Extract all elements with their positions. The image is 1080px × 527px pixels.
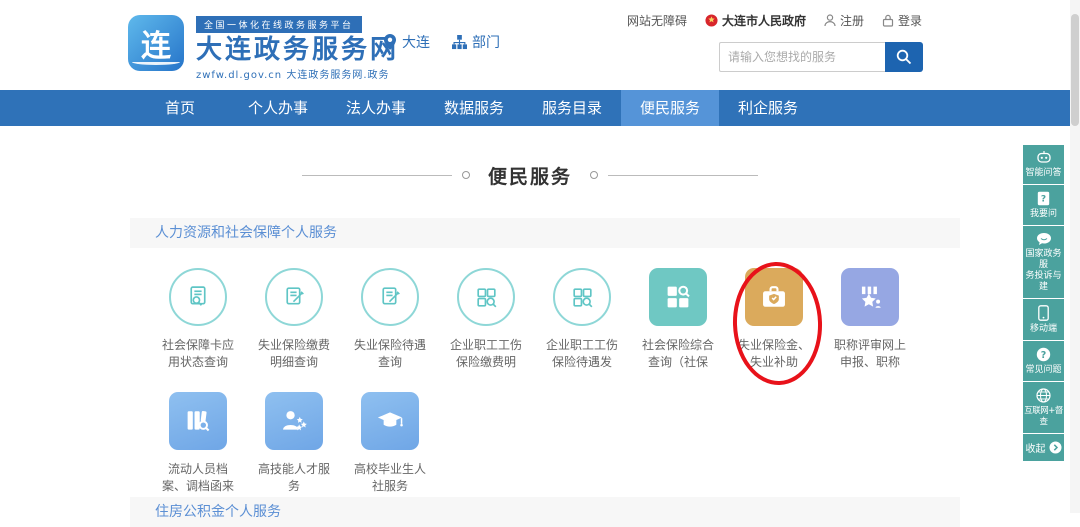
service-grid-row2: 流动人员档案、调档函来 高技能人才服务 (150, 392, 438, 495)
login-link[interactable]: 登录 (882, 12, 922, 29)
accessibility-label: 网站无障碍 (627, 12, 687, 29)
search-button[interactable] (885, 42, 923, 72)
register-label: 注册 (840, 12, 864, 29)
quick-access-sidebar: 智能问答 ? 我要问 国家政务服务投诉与建 移动端 ? 常见问题 (1023, 145, 1064, 461)
service-label: 社会保障卡应用状态查询 (162, 337, 234, 371)
books-search-icon (169, 392, 227, 450)
graduation-cap-icon (361, 392, 419, 450)
service-label: 社会保险综合查询（社保 (642, 337, 714, 371)
section-title-hr-social: 人力资源和社会保障个人服务 (130, 218, 960, 248)
location-pin-icon (383, 34, 397, 50)
doc-edit-icon (361, 268, 419, 326)
government-label: 大连市人民政府 (722, 12, 806, 29)
user-icon (824, 14, 836, 27)
service-label: 高技能人才服务 (258, 461, 330, 495)
location-label: 大连 (402, 32, 430, 52)
service-label: 失业保险金、失业补助 (738, 337, 810, 371)
register-link[interactable]: 注册 (824, 12, 864, 29)
department-label: 部门 (472, 32, 500, 52)
service-label: 流动人员档案、调档函来 (162, 461, 234, 495)
star-person-icon (841, 268, 899, 326)
sidebar-item-internet-supervision[interactable]: 互联网+督查 (1023, 382, 1064, 433)
accessibility-link[interactable]: 网站无障碍 (627, 12, 687, 29)
phone-icon (1038, 305, 1049, 321)
globe-icon (1036, 388, 1051, 403)
nav-item-home[interactable]: 首页 (131, 90, 229, 126)
service-skilled-talent[interactable]: 高技能人才服务 (246, 392, 342, 495)
question-circle-icon: ? (1036, 347, 1051, 362)
briefcase-shield-icon (745, 268, 803, 326)
nav-item-enterprise[interactable]: 利企服务 (719, 90, 817, 126)
nav-item-personal[interactable]: 个人办事 (229, 90, 327, 126)
service-label: 高校毕业生人社服务 (354, 461, 426, 495)
service-label: 失业保险缴费明细查询 (258, 337, 330, 371)
service-graduates[interactable]: 高校毕业生人社服务 (342, 392, 438, 495)
decor-line-left (302, 175, 452, 176)
sidebar-collapse-button[interactable]: 收起 (1023, 434, 1064, 461)
sidebar-item-faq[interactable]: ? 常见问题 (1023, 341, 1064, 381)
site-header: 连 全国一体化在线政务服务平台 大连政务服务网 zwfw.dl.gov.cn 大… (0, 0, 1070, 90)
decor-line-right (608, 175, 758, 176)
login-label: 登录 (898, 12, 922, 29)
nav-item-catalog[interactable]: 服务目录 (523, 90, 621, 126)
svg-text:?: ? (1041, 195, 1046, 205)
location-selector[interactable]: 大连 (383, 32, 430, 52)
grid-search-icon (553, 268, 611, 326)
platform-banner: 全国一体化在线政务服务平台 (196, 16, 362, 33)
section-title-housing-fund: 住房公积金个人服务 (130, 497, 960, 527)
svg-text:?: ? (1041, 350, 1047, 361)
site-name: 大连政务服务网 (196, 35, 399, 65)
service-unemployment-payment-detail[interactable]: 失业保险缴费明细查询 (246, 268, 342, 371)
chat-bubble-icon (1036, 232, 1052, 246)
national-emblem-icon (705, 14, 718, 27)
site-logo[interactable]: 连 (128, 15, 184, 71)
service-personnel-archives[interactable]: 流动人员档案、调档函来 (150, 392, 246, 495)
sidebar-item-smart-qa[interactable]: 智能问答 (1023, 145, 1064, 184)
service-label: 企业职工工伤保险待遇发 (546, 337, 618, 371)
search-bar (719, 42, 923, 72)
logo-wave-decor (132, 59, 180, 65)
main-nav: 首页 个人办事 法人办事 数据服务 服务目录 便民服务 利企服务 (0, 90, 1080, 126)
search-icon (896, 49, 912, 65)
service-unemployment-benefit-query[interactable]: 失业保险待遇查询 (342, 268, 438, 371)
page-title-row: 便民服务 (130, 162, 930, 188)
nav-item-legal[interactable]: 法人办事 (327, 90, 425, 126)
department-selector[interactable]: 部门 (452, 32, 500, 52)
service-label: 失业保险待遇查询 (354, 337, 426, 371)
service-social-insurance-query[interactable]: 社会保险综合查询（社保 (630, 268, 726, 371)
sidebar-item-national-complaints[interactable]: 国家政务服务投诉与建 (1023, 226, 1064, 298)
doc-edit-icon (265, 268, 323, 326)
service-injury-insurance-benefit[interactable]: 企业职工工伤保险待遇发 (534, 268, 630, 371)
search-input[interactable] (719, 42, 885, 72)
decor-dot-right (590, 171, 598, 179)
service-grid-row1: 社会保障卡应用状态查询 失业保险缴费明细查询 失业保险待遇查询 (150, 268, 918, 371)
lock-icon (882, 14, 894, 27)
scrollbar-thumb[interactable] (1071, 14, 1079, 126)
person-stars-icon (265, 392, 323, 450)
service-injury-insurance-payment[interactable]: 企业职工工伤保险缴费明 (438, 268, 534, 371)
service-social-security-card[interactable]: 社会保障卡应用状态查询 (150, 268, 246, 371)
top-utility-links: 网站无障碍 大连市人民政府 注册 登录 (627, 12, 922, 29)
service-label: 职称评审网上申报、职称 (834, 337, 906, 371)
government-site-link[interactable]: 大连市人民政府 (705, 12, 806, 29)
decor-dot-left (462, 171, 470, 179)
site-subtitle: zwfw.dl.gov.cn 大连政务服务网.政务 (196, 66, 399, 81)
service-title-review[interactable]: 职称评审网上申报、职称 (822, 268, 918, 371)
site-title-block: 全国一体化在线政务服务平台 大连政务服务网 zwfw.dl.gov.cn 大连政… (196, 13, 399, 81)
sidebar-item-mobile[interactable]: 移动端 (1023, 299, 1064, 340)
grid-search-tile-icon (649, 268, 707, 326)
page-title: 便民服务 (480, 162, 580, 189)
question-doc-icon: ? (1037, 191, 1050, 206)
chevron-right-circle-icon (1049, 441, 1062, 454)
robot-icon (1036, 151, 1052, 165)
sidebar-item-ask[interactable]: ? 我要问 (1023, 185, 1064, 225)
page-scrollbar[interactable] (1070, 0, 1080, 513)
doc-search-icon (169, 268, 227, 326)
nav-item-data[interactable]: 数据服务 (425, 90, 523, 126)
nav-item-convenience[interactable]: 便民服务 (621, 90, 719, 126)
service-label: 企业职工工伤保险缴费明 (450, 337, 522, 371)
service-unemployment-subsidy[interactable]: 失业保险金、失业补助 (726, 268, 822, 371)
grid-search-icon (457, 268, 515, 326)
org-chart-icon (452, 35, 467, 50)
